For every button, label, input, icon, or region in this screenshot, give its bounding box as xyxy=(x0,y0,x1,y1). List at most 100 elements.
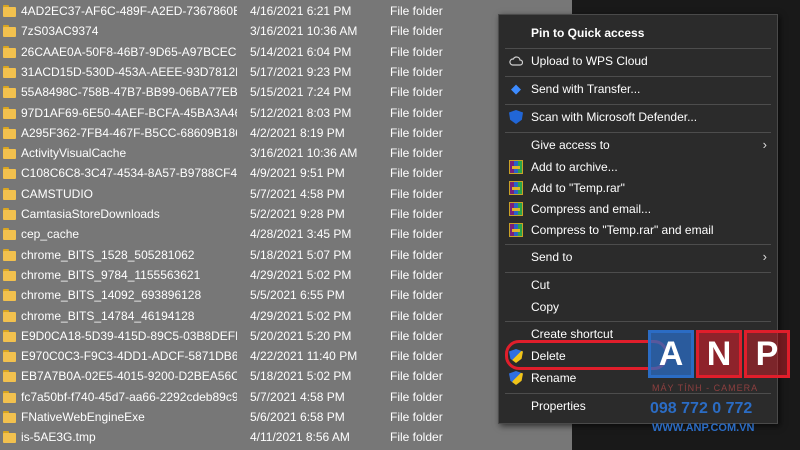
file-date-modified: 5/7/2021 4:58 PM xyxy=(250,186,345,201)
folder-icon xyxy=(3,208,16,220)
menu-item-label: Compress and email... xyxy=(531,202,652,216)
file-date-modified: 4/28/2021 3:45 PM xyxy=(250,227,352,242)
file-type: File folder xyxy=(390,227,443,242)
file-name: C108C6C8-3C47-4534-8A57-B9788CF4022F xyxy=(21,166,237,181)
file-type: File folder xyxy=(390,349,443,364)
menu-item-send-with-transfer[interactable]: ◆ Send with Transfer... xyxy=(499,78,777,100)
file-row[interactable]: FNativeWebEngineExe 5/6/2021 6:58 PM File … xyxy=(0,407,572,427)
menu-item-compress-temp-rar-email[interactable]: Compress to "Temp.rar" and email xyxy=(499,219,777,241)
logo-letter-a: A xyxy=(648,330,694,378)
dropbox-icon: ◆ xyxy=(511,81,521,96)
file-name: E970C0C3-F9C3-4DD1-ADCF-5871DB608... xyxy=(21,349,237,364)
watermark-website: WWW.ANP.COM.VN xyxy=(652,422,755,434)
file-row[interactable]: E9D0CA18-5D39-415D-89C5-03B8DEFFC1... 5/2… xyxy=(0,326,572,346)
menu-item-upload-wps-cloud[interactable]: Upload to WPS Cloud xyxy=(499,50,777,72)
file-date-modified: 4/22/2021 11:40 PM xyxy=(250,349,358,364)
file-row[interactable]: chrome_BITS_14784_46194128 4/29/2021 5:02… xyxy=(0,306,572,326)
menu-item-label: Create shortcut xyxy=(531,327,614,341)
file-type: File folder xyxy=(390,24,443,39)
menu-separator xyxy=(505,104,771,105)
file-date-modified: 5/18/2021 5:02 PM xyxy=(250,369,352,384)
file-row[interactable]: 31ACD15D-530D-453A-AEEE-93D7812F1E... 5/1… xyxy=(0,62,572,82)
menu-item-compress-and-email[interactable]: Compress and email... xyxy=(499,198,777,220)
file-row[interactable]: C108C6C8-3C47-4534-8A57-B9788CF4022F 4/9/… xyxy=(0,163,572,183)
file-type: File folder xyxy=(390,369,443,384)
file-row[interactable]: 55A8498C-758B-47B7-BB99-06BA77EBFBF2 5/15… xyxy=(0,82,572,102)
file-name: is-5AE3G.tmp xyxy=(21,430,96,445)
menu-item-scan-defender[interactable]: Scan with Microsoft Defender... xyxy=(499,106,777,128)
menu-item-send-to[interactable]: Send to › xyxy=(499,246,777,268)
winrar-icon xyxy=(509,160,523,174)
file-name: 31ACD15D-530D-453A-AEEE-93D7812F1E... xyxy=(21,64,237,79)
folder-icon xyxy=(3,126,16,139)
folder-icon xyxy=(3,309,16,322)
uac-shield-icon xyxy=(509,371,523,385)
file-row[interactable]: 26CAAE0A-50F8-46B7-9D65-A97BCECB7... 5/14… xyxy=(0,42,572,62)
menu-item-label: Copy xyxy=(531,300,560,314)
menu-item-label: Add to archive... xyxy=(531,160,618,174)
file-row[interactable]: chrome_BITS_14092_693896128 5/5/2021 6:55… xyxy=(0,285,572,305)
menu-item-copy[interactable]: Copy xyxy=(499,296,777,318)
chevron-right-icon: › xyxy=(762,137,767,152)
file-row[interactable]: ActivityVisualCache 3/16/2021 10:36 AM Fil… xyxy=(0,143,572,163)
watermark-tagline: MÁY TÍNH - CAMERA xyxy=(652,383,759,393)
file-type: File folder xyxy=(390,166,443,181)
file-type: File folder xyxy=(390,430,443,445)
folder-icon xyxy=(3,167,16,180)
file-row[interactable]: chrome_BITS_1528_505281062 5/18/2021 5:07… xyxy=(0,245,572,265)
cloud-icon xyxy=(509,54,523,68)
logo-letter-n: N xyxy=(696,330,742,378)
file-date-modified: 4/2/2021 8:19 PM xyxy=(250,125,345,140)
file-row[interactable]: fc7a50bf-f740-45d7-aa66-2292cdeb89c9 5/7/… xyxy=(0,387,572,407)
menu-separator xyxy=(505,272,771,273)
file-date-modified: 5/5/2021 6:55 PM xyxy=(250,288,345,303)
file-list: 4AD2EC37-AF6C-489F-A2ED-7367860BF5... 4/1… xyxy=(0,0,572,450)
folder-icon xyxy=(3,147,16,160)
file-name: 55A8498C-758B-47B7-BB99-06BA77EBFBF2 xyxy=(21,85,237,100)
menu-item-cut[interactable]: Cut xyxy=(499,274,777,296)
file-row[interactable]: is-5AE3G.tmp 4/11/2021 8:56 AM File folder xyxy=(0,427,572,447)
menu-separator xyxy=(505,321,771,322)
menu-item-add-to-temp-rar[interactable]: Add to "Temp.rar" xyxy=(499,177,777,199)
menu-item-add-to-archive[interactable]: Add to archive... xyxy=(499,156,777,178)
menu-item-label: Upload to WPS Cloud xyxy=(531,54,648,68)
file-date-modified: 4/11/2021 8:56 AM xyxy=(250,430,350,445)
file-date-modified: 5/20/2021 5:20 PM xyxy=(250,328,352,343)
file-type: File folder xyxy=(390,247,443,262)
file-name: 97D1AF69-6E50-4AEF-BCFA-45BA3A469B... xyxy=(21,105,237,120)
menu-item-label: Rename xyxy=(531,371,577,385)
file-row[interactable]: EB7A7B0A-02E5-4015-9200-D2BEA56C81... 5/1… xyxy=(0,366,572,386)
file-row[interactable]: cep_cache 4/28/2021 3:45 PM File folder xyxy=(0,224,572,244)
menu-item-label: Pin to Quick access xyxy=(531,26,645,40)
menu-item-give-access[interactable]: Give access to › xyxy=(499,134,777,156)
menu-item-pin-to-quick-access[interactable]: Pin to Quick access xyxy=(499,22,777,44)
chevron-right-icon: › xyxy=(762,249,767,264)
folder-icon xyxy=(3,65,16,78)
file-row[interactable]: 7zS03AC9374 3/16/2021 10:36 AM File folder xyxy=(0,21,572,41)
logo-letter-p: P xyxy=(744,330,790,378)
folder-icon xyxy=(3,25,16,38)
file-name: CAMSTUDIO xyxy=(21,186,93,201)
file-type: File folder xyxy=(390,44,443,59)
menu-item-label: Add to "Temp.rar" xyxy=(531,181,625,195)
file-date-modified: 5/18/2021 5:07 PM xyxy=(250,247,352,262)
file-row[interactable]: CAMSTUDIO 5/7/2021 4:58 PM File folder xyxy=(0,184,572,204)
file-type: File folder xyxy=(390,328,443,343)
file-name: ActivityVisualCache xyxy=(21,146,127,161)
file-row[interactable]: chrome_BITS_9784_1155563621 4/29/2021 5:0… xyxy=(0,265,572,285)
file-row[interactable]: 4AD2EC37-AF6C-489F-A2ED-7367860BF5... 4/1… xyxy=(0,1,572,21)
file-type: File folder xyxy=(390,64,443,79)
folder-icon xyxy=(3,5,16,17)
menu-item-label: Cut xyxy=(531,278,550,292)
file-date-modified: 4/16/2021 6:21 PM xyxy=(250,4,352,18)
file-row[interactable]: 97D1AF69-6E50-4AEF-BCFA-45BA3A469B... 5/1… xyxy=(0,103,572,123)
file-row[interactable]: E970C0C3-F9C3-4DD1-ADCF-5871DB608... 4/22… xyxy=(0,346,572,366)
file-date-modified: 5/17/2021 9:23 PM xyxy=(250,64,352,79)
file-type: File folder xyxy=(390,308,443,323)
file-row[interactable]: CamtasiaStoreDownloads 5/2/2021 9:28 PM Fi… xyxy=(0,204,572,224)
file-row[interactable]: A295F362-7FB4-467F-B5CC-68609B1865BB 4/2/… xyxy=(0,123,572,143)
defender-shield-icon xyxy=(509,110,523,124)
file-name: 4AD2EC37-AF6C-489F-A2ED-7367860BF5... xyxy=(21,4,237,18)
file-date-modified: 4/9/2021 9:51 PM xyxy=(250,166,345,181)
file-date-modified: 5/2/2021 9:28 PM xyxy=(250,207,345,221)
